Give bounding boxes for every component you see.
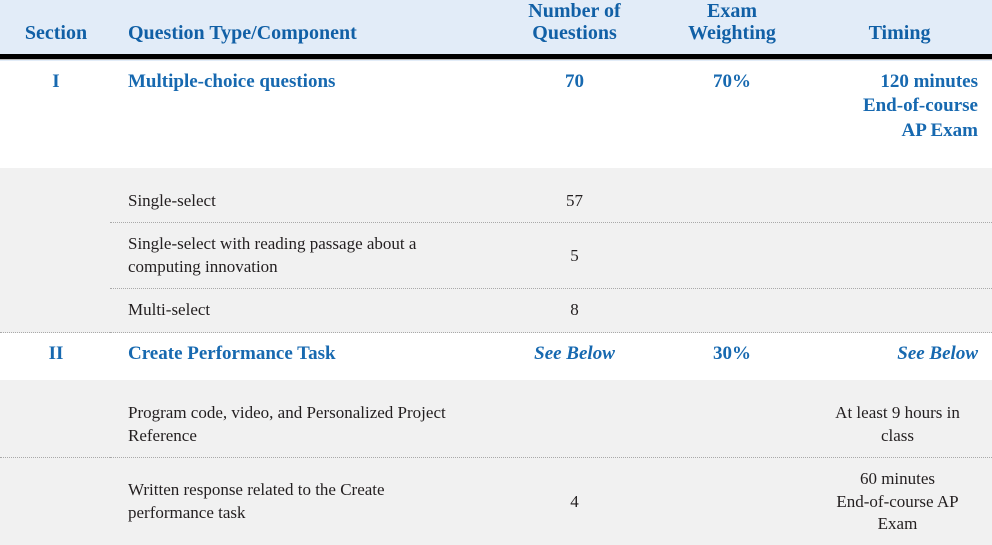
column-header-weight-line1: Exam bbox=[707, 0, 757, 22]
row-band-mid bbox=[0, 380, 992, 393]
band-cell bbox=[110, 167, 992, 180]
cell-exam-weighting bbox=[657, 458, 807, 545]
cell-timing-line1: 60 minutes bbox=[859, 469, 936, 489]
table-row: Single-select 57 bbox=[0, 179, 992, 223]
cell-exam-weighting bbox=[657, 223, 807, 289]
cell-question-type: Multi-select bbox=[110, 289, 492, 332]
header-row: Section Question Type/Component Number o… bbox=[0, 0, 992, 54]
cell-question-type: Program code, video, and Personalized Pr… bbox=[110, 392, 492, 458]
header-rule-section bbox=[0, 54, 110, 61]
cell-section: I bbox=[0, 60, 110, 158]
cell-timing-line3: AP Exam bbox=[901, 120, 978, 142]
cell-section: II bbox=[0, 332, 110, 381]
cell-timing bbox=[807, 179, 992, 223]
cell-section bbox=[0, 179, 110, 223]
cell-number-of-questions: 70 bbox=[492, 60, 657, 158]
column-header-number-line1: Number of bbox=[528, 0, 621, 22]
table-row: I Multiple-choice questions 70 70% 120 m… bbox=[0, 60, 992, 158]
column-header-timing: Timing bbox=[868, 22, 931, 45]
header-rule bbox=[0, 53, 992, 61]
cell-timing: 60 minutes End-of-course AP Exam bbox=[807, 458, 992, 545]
cell-number-of-questions: 57 bbox=[492, 179, 657, 223]
table-row: Multi-select 8 bbox=[0, 289, 992, 332]
cell-exam-weighting: 70% bbox=[657, 60, 807, 158]
table-row: Program code, video, and Personalized Pr… bbox=[0, 392, 992, 458]
cell-timing: See Below bbox=[807, 332, 992, 381]
cell-timing bbox=[807, 289, 992, 332]
band-cell bbox=[0, 380, 110, 393]
cell-question-type: Create Performance Task bbox=[110, 332, 492, 381]
header-rule-weight bbox=[657, 54, 807, 61]
cell-timing-line2: End-of-course AP bbox=[836, 491, 959, 511]
cell-exam-weighting: 30% bbox=[657, 332, 807, 381]
row-spacer bbox=[0, 157, 992, 168]
cell-timing: At least 9 hours in class bbox=[807, 392, 992, 458]
table-header: Section Question Type/Component Number o… bbox=[0, 0, 992, 61]
cell-question-type: Single-select with reading passage about… bbox=[110, 223, 492, 289]
cell-number-of-questions: 4 bbox=[492, 458, 657, 545]
cell-timing-line1: 120 minutes bbox=[880, 70, 978, 92]
cell-timing-line2: End-of-course bbox=[862, 95, 978, 117]
cell-number-of-questions: 5 bbox=[492, 223, 657, 289]
table-row: Single-select with reading passage about… bbox=[0, 223, 992, 289]
cell-question-type: Single-select bbox=[110, 179, 492, 223]
cell-section bbox=[0, 223, 110, 289]
column-header-number-line2: Questions bbox=[532, 22, 617, 45]
column-header-exam-weighting: Exam Weighting bbox=[657, 0, 807, 54]
column-header-weight-line2: Weighting bbox=[688, 22, 776, 45]
cell-timing: 120 minutes End-of-course AP Exam bbox=[807, 60, 992, 158]
column-header-question-type: Question Type/Component bbox=[128, 22, 357, 45]
header-rule-timing bbox=[807, 54, 992, 61]
cell-exam-weighting bbox=[657, 179, 807, 223]
cell-number-of-questions bbox=[492, 392, 657, 458]
spacer-cell bbox=[110, 157, 992, 168]
column-header-number-of-questions: Number of Questions bbox=[492, 0, 657, 54]
cell-section bbox=[0, 392, 110, 458]
cell-number-of-questions: See Below bbox=[492, 332, 657, 381]
cell-section bbox=[0, 458, 110, 545]
cell-number-of-questions: 8 bbox=[492, 289, 657, 332]
cell-exam-weighting bbox=[657, 289, 807, 332]
header-rule-mid bbox=[110, 54, 657, 61]
band-cell bbox=[0, 167, 110, 180]
band-cell bbox=[110, 380, 992, 393]
cell-timing-line3: Exam bbox=[877, 514, 918, 534]
cell-exam-weighting bbox=[657, 392, 807, 458]
cell-timing bbox=[807, 223, 992, 289]
exam-structure-table: Section Question Type/Component Number o… bbox=[0, 0, 992, 545]
table-row: Written response related to the Create p… bbox=[0, 458, 992, 545]
table-row: II Create Performance Task See Below 30%… bbox=[0, 332, 992, 381]
column-header-section: Section bbox=[24, 22, 88, 45]
spacer-cell bbox=[0, 157, 110, 168]
row-band-top bbox=[0, 167, 992, 180]
cell-question-type: Written response related to the Create p… bbox=[110, 458, 492, 545]
cell-question-type: Multiple-choice questions bbox=[110, 60, 492, 158]
table-body: I Multiple-choice questions 70 70% 120 m… bbox=[0, 60, 992, 545]
cell-section bbox=[0, 289, 110, 332]
